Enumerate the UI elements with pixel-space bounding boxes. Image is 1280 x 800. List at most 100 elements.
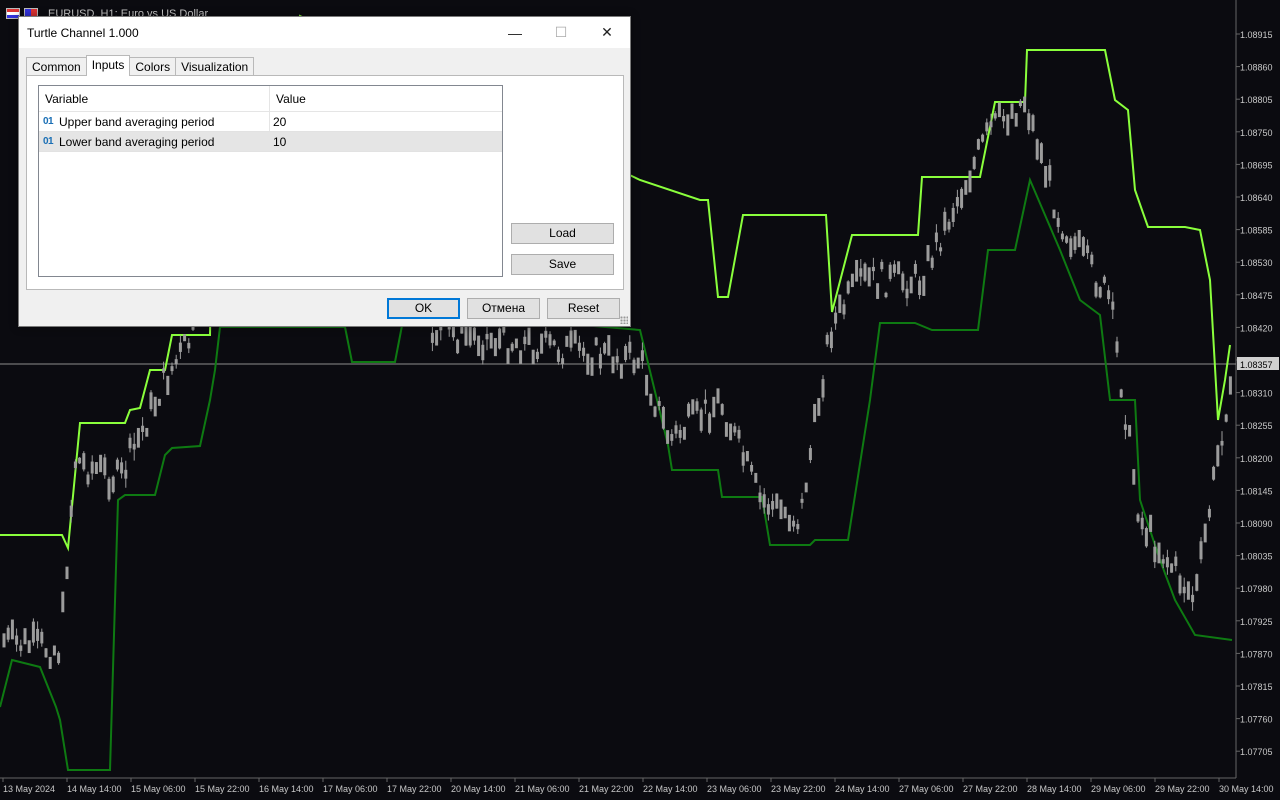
variable-cell: 01 Lower band averaging period <box>39 132 270 151</box>
candle-body <box>1094 282 1098 297</box>
candle-body <box>430 332 434 343</box>
candle-body <box>1031 115 1035 131</box>
candle-body <box>724 422 728 437</box>
candle-body <box>107 478 111 500</box>
candle-body <box>1161 559 1165 564</box>
candle-body <box>1077 229 1081 248</box>
time-tick-label: 21 May 06:00 <box>515 784 570 794</box>
candle-body <box>670 434 674 441</box>
maximize-button[interactable]: ☐ <box>538 17 584 48</box>
candle-body <box>115 459 119 470</box>
tab-inputs[interactable]: Inputs <box>85 55 131 76</box>
table-row[interactable]: 01 Lower band averaging period 10 <box>39 132 502 152</box>
candle-body <box>48 656 52 669</box>
candle-body <box>514 338 518 349</box>
candle-body <box>892 264 896 273</box>
candle-body <box>52 645 56 656</box>
candle-body <box>1207 508 1211 518</box>
candle-body <box>1115 341 1119 353</box>
candle-body <box>737 429 741 439</box>
dialog-titlebar[interactable]: Turtle Channel 1.000 — ☐ ✕ <box>19 17 630 48</box>
candle-body <box>451 326 455 338</box>
value-cell[interactable]: 10 <box>270 132 286 151</box>
candle-body <box>821 379 825 398</box>
candle-body <box>649 393 653 406</box>
candle-body <box>922 275 926 296</box>
candle-body <box>888 264 892 279</box>
candle-body <box>6 627 10 640</box>
candle-body <box>1195 574 1199 591</box>
tab-colors[interactable]: Colors <box>129 57 177 76</box>
candle-body <box>913 263 917 274</box>
dialog-tabs: Common Inputs Colors Visualization <box>26 55 255 76</box>
dialog-title: Turtle Channel 1.000 <box>27 25 139 40</box>
price-tick-label: 1.08200 <box>1240 454 1273 464</box>
candle-body <box>897 261 901 275</box>
candle-body <box>1044 165 1048 188</box>
candle-body <box>1182 586 1186 594</box>
price-tick-label: 1.07870 <box>1240 649 1273 659</box>
price-tick-label: 1.07760 <box>1240 715 1273 725</box>
candle-body <box>548 334 552 346</box>
time-tick-label: 17 May 22:00 <box>387 784 442 794</box>
ok-button[interactable]: OK <box>387 298 460 319</box>
candle-body <box>901 273 905 291</box>
close-icon: ✕ <box>601 24 613 40</box>
load-button[interactable]: Load <box>511 223 614 244</box>
candle-body <box>817 398 821 416</box>
candle-body <box>485 333 489 340</box>
integer-type-icon: 01 <box>43 115 54 127</box>
header-value[interactable]: Value <box>270 86 306 111</box>
candle-body <box>1052 209 1056 219</box>
reset-button[interactable]: Reset <box>547 298 620 319</box>
candle-body <box>934 232 938 243</box>
candle-body <box>1224 414 1228 422</box>
indicator-properties-dialog[interactable]: Turtle Channel 1.000 — ☐ ✕ Common Inputs… <box>18 16 631 327</box>
time-tick-label: 23 May 06:00 <box>707 784 762 794</box>
candle-body <box>678 429 682 438</box>
candle-body <box>1136 514 1140 522</box>
minimize-button[interactable]: — <box>492 17 538 48</box>
candle-body <box>619 363 623 379</box>
value-cell[interactable]: 20 <box>270 112 286 131</box>
candle-body <box>771 500 775 510</box>
price-tick-label: 1.08145 <box>1240 486 1273 496</box>
candle-body <box>603 343 607 354</box>
tab-common[interactable]: Common <box>26 57 87 76</box>
candle-body <box>178 342 182 352</box>
candle-body <box>31 621 35 643</box>
candle-body <box>187 342 191 349</box>
resize-grip-icon[interactable] <box>620 316 628 324</box>
save-button[interactable]: Save <box>511 254 614 275</box>
close-button[interactable]: ✕ <box>584 17 630 48</box>
candle-body <box>27 640 31 654</box>
candle-body <box>57 652 61 664</box>
candle-body <box>1178 575 1182 594</box>
candle-body <box>531 349 535 365</box>
header-variable[interactable]: Variable <box>39 86 270 111</box>
candle-body <box>636 357 640 369</box>
candle-body <box>582 347 586 356</box>
time-tick-label: 15 May 22:00 <box>195 784 250 794</box>
candle-body <box>519 350 523 364</box>
candle-body <box>1069 238 1073 257</box>
candle-body <box>632 359 636 374</box>
candle-body <box>1174 556 1178 566</box>
candle-body <box>1212 466 1216 480</box>
candle-body <box>590 357 594 376</box>
candle-body <box>527 327 531 345</box>
cancel-button[interactable]: Отмена <box>467 298 540 319</box>
price-tick-label: 1.07925 <box>1240 617 1273 627</box>
candle-body <box>1186 581 1190 600</box>
tab-visualization[interactable]: Visualization <box>175 57 255 76</box>
candle-body <box>720 404 724 415</box>
candle-body <box>628 341 632 353</box>
candle-body <box>1153 546 1157 563</box>
candle-body <box>909 276 913 294</box>
candle-body <box>993 113 997 119</box>
table-row[interactable]: 01 Upper band averaging period 20 <box>39 112 502 132</box>
candle-body <box>544 330 548 338</box>
time-tick-label: 16 May 14:00 <box>259 784 314 794</box>
candle-body <box>750 464 754 472</box>
inputs-grid[interactable]: Variable Value 01 Upper band averaging p… <box>38 85 503 277</box>
